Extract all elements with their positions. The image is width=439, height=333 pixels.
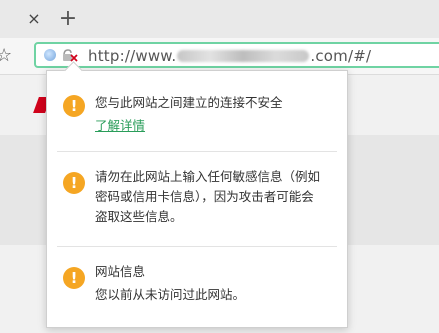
url-text[interactable]: http://www. .com/#/ xyxy=(88,47,371,65)
tab-close-icon[interactable]: × xyxy=(24,8,44,28)
sensitive-info-section: ! 请勿在此网站上输入任何敏感信息（例如密码或信用卡信息），因为攻击者可能会盗取… xyxy=(47,152,347,246)
insecure-connection-icon[interactable] xyxy=(61,46,79,64)
warning-icon: ! xyxy=(63,95,85,117)
url-suffix: .com/#/ xyxy=(310,47,372,65)
learn-more-link[interactable]: 了解详情 xyxy=(95,115,145,134)
address-bar[interactable]: http://www. .com/#/ xyxy=(34,42,439,68)
url-obscured-domain xyxy=(177,50,310,62)
warning-icon: ! xyxy=(63,172,85,194)
tab-strip: × + xyxy=(0,0,439,38)
site-info-text: 您以前从未访问过此网站。 xyxy=(95,287,246,302)
warning-icon: ! xyxy=(63,267,85,289)
bookmark-star-icon[interactable]: ☆ xyxy=(0,46,16,66)
new-tab-button[interactable]: + xyxy=(56,6,80,31)
url-prefix: http://www. xyxy=(88,47,177,65)
connection-insecure-text: 您与此网站之间建立的连接不安全 xyxy=(95,95,283,110)
site-info-popup: ! 您与此网站之间建立的连接不安全 了解详情 ! 请勿在此网站上输入任何敏感信息… xyxy=(46,61,348,328)
site-info-title: 网站信息 xyxy=(95,264,146,279)
shield-icon xyxy=(44,49,56,61)
site-info-section: ! 网站信息 您以前从未访问过此网站。 xyxy=(47,247,347,327)
sensitive-info-warning-text: 请勿在此网站上输入任何敏感信息（例如密码或信用卡信息），因为攻击者可能会盗取这些… xyxy=(95,169,321,224)
connection-section: ! 您与此网站之间建立的连接不安全 了解详情 xyxy=(47,71,347,151)
